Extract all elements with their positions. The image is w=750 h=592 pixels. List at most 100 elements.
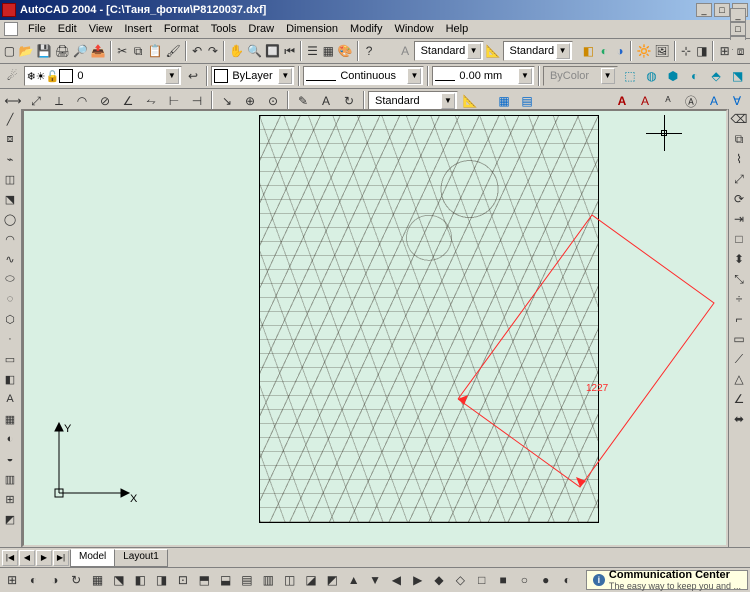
menu-window[interactable]: Window <box>388 22 439 36</box>
draw-tool-5[interactable]: ◯ <box>0 209 20 229</box>
draw-tool-11[interactable]: · <box>0 329 20 349</box>
solids3-button[interactable]: ⬢ <box>663 65 684 87</box>
3dviews-button[interactable]: ◨ <box>694 40 709 62</box>
draw-tool-13[interactable]: ◧ <box>0 369 20 389</box>
tab-prev-button[interactable]: ◀ <box>19 550 35 566</box>
bottom-tool-25[interactable]: ● <box>536 569 556 591</box>
draw-tool-19[interactable]: ⊞ <box>0 489 20 509</box>
bottom-tool-13[interactable]: ◫ <box>279 569 299 591</box>
properties-button[interactable]: ☰ <box>305 40 320 62</box>
bottom-tool-8[interactable]: ⊡ <box>173 569 193 591</box>
bottom-tool-12[interactable]: ▥ <box>258 569 278 591</box>
ucs-button[interactable]: ⊹ <box>679 40 694 62</box>
tool-palette-button[interactable]: 🎨 <box>337 40 354 62</box>
modify-tool-13[interactable]: △ <box>729 369 749 389</box>
paste-button[interactable] <box>147 40 164 62</box>
save-button[interactable] <box>36 40 53 62</box>
tab-model[interactable]: Model <box>70 549 115 567</box>
bottom-tool-18[interactable]: ◀ <box>386 569 406 591</box>
draw-tool-18[interactable]: ▥ <box>0 469 20 489</box>
solids2-button[interactable]: ◍ <box>641 65 662 87</box>
bottom-tool-4[interactable]: ▦ <box>87 569 107 591</box>
draw-tool-9[interactable]: ◌ <box>0 289 20 309</box>
dimstyle-combo[interactable]: Standard ▼ <box>368 91 458 111</box>
tab-first-button[interactable]: |◀ <box>2 550 18 566</box>
draw-tool-20[interactable]: ◩ <box>0 509 20 529</box>
modify-tool-5[interactable]: ⇥ <box>729 209 749 229</box>
bottom-tool-17[interactable]: ▼ <box>365 569 385 591</box>
draw-tool-2[interactable]: ⌁ <box>0 149 20 169</box>
menu-dimension[interactable]: Dimension <box>280 22 344 36</box>
match-properties-button[interactable]: 🖌 <box>164 40 181 62</box>
communication-center-popup[interactable]: i Communication Center The easy way to k… <box>586 570 748 590</box>
dropdown-arrow-icon[interactable]: ▼ <box>467 43 481 59</box>
linetype-combo[interactable]: Continuous ▼ <box>303 66 424 86</box>
draw-tool-8[interactable]: ⬭ <box>0 269 20 289</box>
solids4-button[interactable]: ◐ <box>684 65 705 87</box>
minimize-button[interactable]: _ <box>696 3 712 17</box>
lineweight-combo[interactable]: 0.00 mm ▼ <box>432 66 535 86</box>
bottom-tool-2[interactable]: ◑ <box>45 569 65 591</box>
bottom-tool-7[interactable]: ◨ <box>151 569 171 591</box>
misc2-button[interactable]: ⧈ <box>733 40 748 62</box>
doc-restore-button[interactable]: □ <box>730 22 746 36</box>
bottom-tool-1[interactable]: ◐ <box>23 569 43 591</box>
draw-tool-15[interactable]: ▦ <box>0 409 20 429</box>
named-views-button[interactable]: ◧ <box>581 40 596 62</box>
dropdown-arrow-icon[interactable]: ▼ <box>441 93 455 109</box>
modify-tool-15[interactable]: ⬌ <box>729 409 749 429</box>
render-button[interactable]: 🖼 <box>653 40 670 62</box>
modify-tool-11[interactable]: ▭ <box>729 329 749 349</box>
tab-last-button[interactable]: ▶| <box>53 550 69 566</box>
dropdown-arrow-icon[interactable]: ▼ <box>518 68 532 84</box>
bottom-tool-15[interactable]: ◩ <box>322 569 342 591</box>
draw-tool-3[interactable]: ◫ <box>0 169 20 189</box>
pan-button[interactable] <box>228 40 245 62</box>
bottom-tool-21[interactable]: ◇ <box>450 569 470 591</box>
modify-tool-1[interactable]: ⧉ <box>729 129 749 149</box>
dim-style-combo[interactable]: Standard ▼ <box>503 41 573 61</box>
dropdown-arrow-icon[interactable]: ▼ <box>556 43 570 59</box>
menu-tools[interactable]: Tools <box>205 22 243 36</box>
3d-orbit-button[interactable]: ◐ <box>597 40 612 62</box>
publish-button[interactable]: 📤 <box>90 40 107 62</box>
layer-manager-button[interactable]: ☄ <box>2 65 23 87</box>
solids5-button[interactable]: ⬘ <box>706 65 727 87</box>
modify-tool-14[interactable]: ∠ <box>729 389 749 409</box>
new-button[interactable] <box>2 40 17 62</box>
document-icon[interactable] <box>4 22 18 36</box>
draw-tool-16[interactable]: ◐ <box>0 429 20 449</box>
draw-tool-10[interactable]: ⬡ <box>0 309 20 329</box>
menu-format[interactable]: Format <box>158 22 205 36</box>
drawing-canvas[interactable]: 1227 X Y <box>22 109 728 547</box>
modify-tool-2[interactable]: ⌇ <box>729 149 749 169</box>
bottom-tool-10[interactable]: ⬓ <box>215 569 235 591</box>
bottom-tool-20[interactable]: ◆ <box>429 569 449 591</box>
tab-next-button[interactable]: ▶ <box>36 550 52 566</box>
bottom-tool-5[interactable]: ⬔ <box>109 569 129 591</box>
solids6-button[interactable]: ⬔ <box>727 65 748 87</box>
print-button[interactable] <box>54 40 71 62</box>
menu-view[interactable]: View <box>83 22 119 36</box>
zoom-realtime-button[interactable] <box>246 40 263 62</box>
modify-tool-8[interactable]: ⤡ <box>729 269 749 289</box>
doc-minimize-button[interactable]: _ <box>730 8 746 22</box>
dropdown-arrow-icon[interactable]: ▼ <box>278 68 292 84</box>
design-center-button[interactable]: ▦ <box>321 40 336 62</box>
bottom-tool-9[interactable]: ⬒ <box>194 569 214 591</box>
tab-layout1[interactable]: Layout1 <box>114 549 168 567</box>
print-preview-button[interactable]: 🔎 <box>72 40 89 62</box>
bottom-tool-26[interactable]: ◐ <box>557 569 577 591</box>
menu-draw[interactable]: Draw <box>242 22 280 36</box>
modify-tool-10[interactable]: ⌐ <box>729 309 749 329</box>
draw-tool-4[interactable]: ⬔ <box>0 189 20 209</box>
menu-edit[interactable]: Edit <box>52 22 83 36</box>
bottom-tool-22[interactable]: □ <box>472 569 492 591</box>
draw-tool-0[interactable]: ╱ <box>0 109 20 129</box>
draw-tool-1[interactable]: ⧈ <box>0 129 20 149</box>
draw-tool-14[interactable]: A <box>0 389 20 409</box>
menu-help[interactable]: Help <box>440 22 475 36</box>
copy-button[interactable] <box>131 40 146 62</box>
draw-tool-7[interactable]: ∿ <box>0 249 20 269</box>
draw-tool-17[interactable]: ◒ <box>0 449 20 469</box>
